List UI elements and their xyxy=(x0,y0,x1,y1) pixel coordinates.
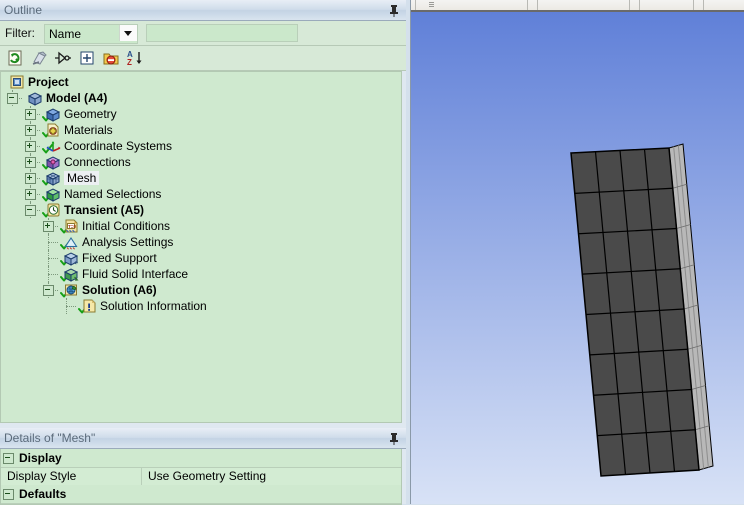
tree-item-label: Solution (A6) xyxy=(82,283,157,297)
tree-item-coordinate-systems[interactable]: Coordinate Systems xyxy=(1,138,401,154)
model-meshed-plate[interactable] xyxy=(411,12,744,504)
filter-label: Filter: xyxy=(5,26,35,40)
fluid-solid-interface-icon xyxy=(63,266,79,282)
tree-item-label: Project xyxy=(28,75,69,89)
tree-item-named-selections[interactable]: Named Selections xyxy=(1,186,401,202)
left-dock: Outline Filter: Name A Z Project Model (… xyxy=(0,0,406,505)
expand-all-icon[interactable] xyxy=(78,49,96,67)
details-grid[interactable]: Display Display Style Use Geometry Setting… xyxy=(0,449,402,505)
refresh-icon[interactable] xyxy=(6,49,24,67)
tree-item-label: Transient (A5) xyxy=(64,203,145,217)
details-group-display[interactable]: Display xyxy=(1,449,401,468)
project-icon xyxy=(9,74,25,90)
toolbar-grip-icon[interactable] xyxy=(429,2,434,8)
transient-icon xyxy=(45,202,61,218)
tree-item-fluid-solid-interface[interactable]: Fluid Solid Interface xyxy=(1,266,401,282)
details-row-display-style[interactable]: Display Style Use Geometry Setting xyxy=(1,467,401,486)
tree-item-connections[interactable]: Connections xyxy=(1,154,401,170)
pin-icon[interactable] xyxy=(388,432,400,445)
tree-item-label: Connections xyxy=(64,155,131,169)
solution-icon xyxy=(63,282,79,298)
model-icon xyxy=(27,90,43,106)
details-field-label: Display Style xyxy=(1,467,142,485)
tree-item-model-a4[interactable]: Model (A4) xyxy=(1,90,401,106)
outline-tree[interactable]: Project Model (A4) Geometry Materials Coordi… xyxy=(0,71,402,423)
outline-panel: Outline Filter: Name A Z Project Model (… xyxy=(0,0,406,426)
tree-item-transient-a5[interactable]: Transient (A5) xyxy=(1,202,401,218)
tree-item-label: Named Selections xyxy=(64,187,162,201)
tree-item-label: Geometry xyxy=(64,107,117,121)
filter-type-value: Name xyxy=(49,27,82,41)
fixed-support-icon xyxy=(63,250,79,266)
analysis-settings-icon xyxy=(63,234,79,250)
tree-item-label: Coordinate Systems xyxy=(64,139,173,153)
tree-expander[interactable] xyxy=(25,173,36,184)
tree-item-project[interactable]: Project xyxy=(1,74,401,90)
initial-conditions-icon: T=0 xyxy=(63,218,79,234)
tree-item-fixed-support[interactable]: Fixed Support xyxy=(1,250,401,266)
sort-az-icon[interactable]: A Z xyxy=(126,49,144,67)
tree-item-materials[interactable]: Materials xyxy=(1,122,401,138)
named-selections-icon xyxy=(45,186,61,202)
tree-item-solution-a6[interactable]: Solution (A6) xyxy=(1,282,401,298)
details-field-value[interactable]: Use Geometry Setting xyxy=(142,467,401,485)
viewport-toolbar-strip[interactable] xyxy=(411,0,744,12)
folder-block-icon[interactable] xyxy=(102,49,120,67)
pin-icon[interactable] xyxy=(388,4,400,17)
tree-item-label: Mesh xyxy=(64,171,100,185)
tree-expander[interactable] xyxy=(25,157,36,168)
tree-item-label: Model (A4) xyxy=(46,91,108,105)
tree-item-label: Initial Conditions xyxy=(82,219,171,233)
group-expander[interactable] xyxy=(3,489,14,500)
graphics-viewport[interactable] xyxy=(410,0,744,504)
coordinate-systems-icon xyxy=(45,138,61,154)
tree-item-label: Solution Information xyxy=(100,299,207,313)
outline-title: Outline xyxy=(4,3,43,17)
tree-item-label: Materials xyxy=(64,123,113,137)
probe-arrow-icon[interactable] xyxy=(54,49,72,67)
tree-expander[interactable] xyxy=(43,285,54,296)
tree-expander[interactable] xyxy=(25,141,36,152)
filter-row: Filter: Name xyxy=(0,21,406,46)
details-group-label: Display xyxy=(19,451,62,465)
details-panel: Details of "Mesh" Display Display Style Us… xyxy=(0,428,406,505)
details-title-bar: Details of "Mesh" xyxy=(0,428,406,449)
group-expander[interactable] xyxy=(3,453,14,464)
materials-icon xyxy=(45,122,61,138)
tree-item-geometry[interactable]: Geometry xyxy=(1,106,401,122)
tree-expander[interactable] xyxy=(25,189,36,200)
details-title: Details of "Mesh" xyxy=(4,431,96,445)
tree-item-analysis-settings[interactable]: Analysis Settings xyxy=(1,234,401,250)
tree-expander[interactable] xyxy=(7,93,18,104)
svg-text:T=0: T=0 xyxy=(68,224,76,229)
eraser-icon[interactable] xyxy=(30,49,48,67)
tree-item-solution-information[interactable]: Solution Information xyxy=(1,298,401,314)
tree-item-label: Fluid Solid Interface xyxy=(82,267,189,281)
outline-toolbar: A Z xyxy=(0,46,406,71)
ansys-mechanical-window: Outline Filter: Name A Z Project Model (… xyxy=(0,0,744,505)
details-group-defaults[interactable]: Defaults xyxy=(1,485,401,504)
connections-icon xyxy=(45,154,61,170)
details-group-label: Defaults xyxy=(19,487,67,501)
filter-search-input[interactable] xyxy=(146,24,298,42)
tree-item-label: Fixed Support xyxy=(82,251,157,265)
solution-information-icon xyxy=(81,298,97,314)
tree-item-label: Analysis Settings xyxy=(82,235,174,249)
tree-expander[interactable] xyxy=(43,221,54,232)
geometry-icon xyxy=(45,106,61,122)
tree-item-initial-conditions[interactable]: T=0 Initial Conditions xyxy=(1,218,401,234)
tree-expander[interactable] xyxy=(25,205,36,216)
svg-text:Z: Z xyxy=(127,58,132,67)
mesh-icon xyxy=(45,170,61,186)
tree-expander[interactable] xyxy=(25,109,36,120)
chevron-down-icon[interactable] xyxy=(119,25,137,41)
tree-expander[interactable] xyxy=(25,125,36,136)
outline-title-bar: Outline xyxy=(0,0,406,21)
filter-type-select[interactable]: Name xyxy=(44,24,138,44)
tree-item-mesh[interactable]: Mesh xyxy=(1,170,401,186)
